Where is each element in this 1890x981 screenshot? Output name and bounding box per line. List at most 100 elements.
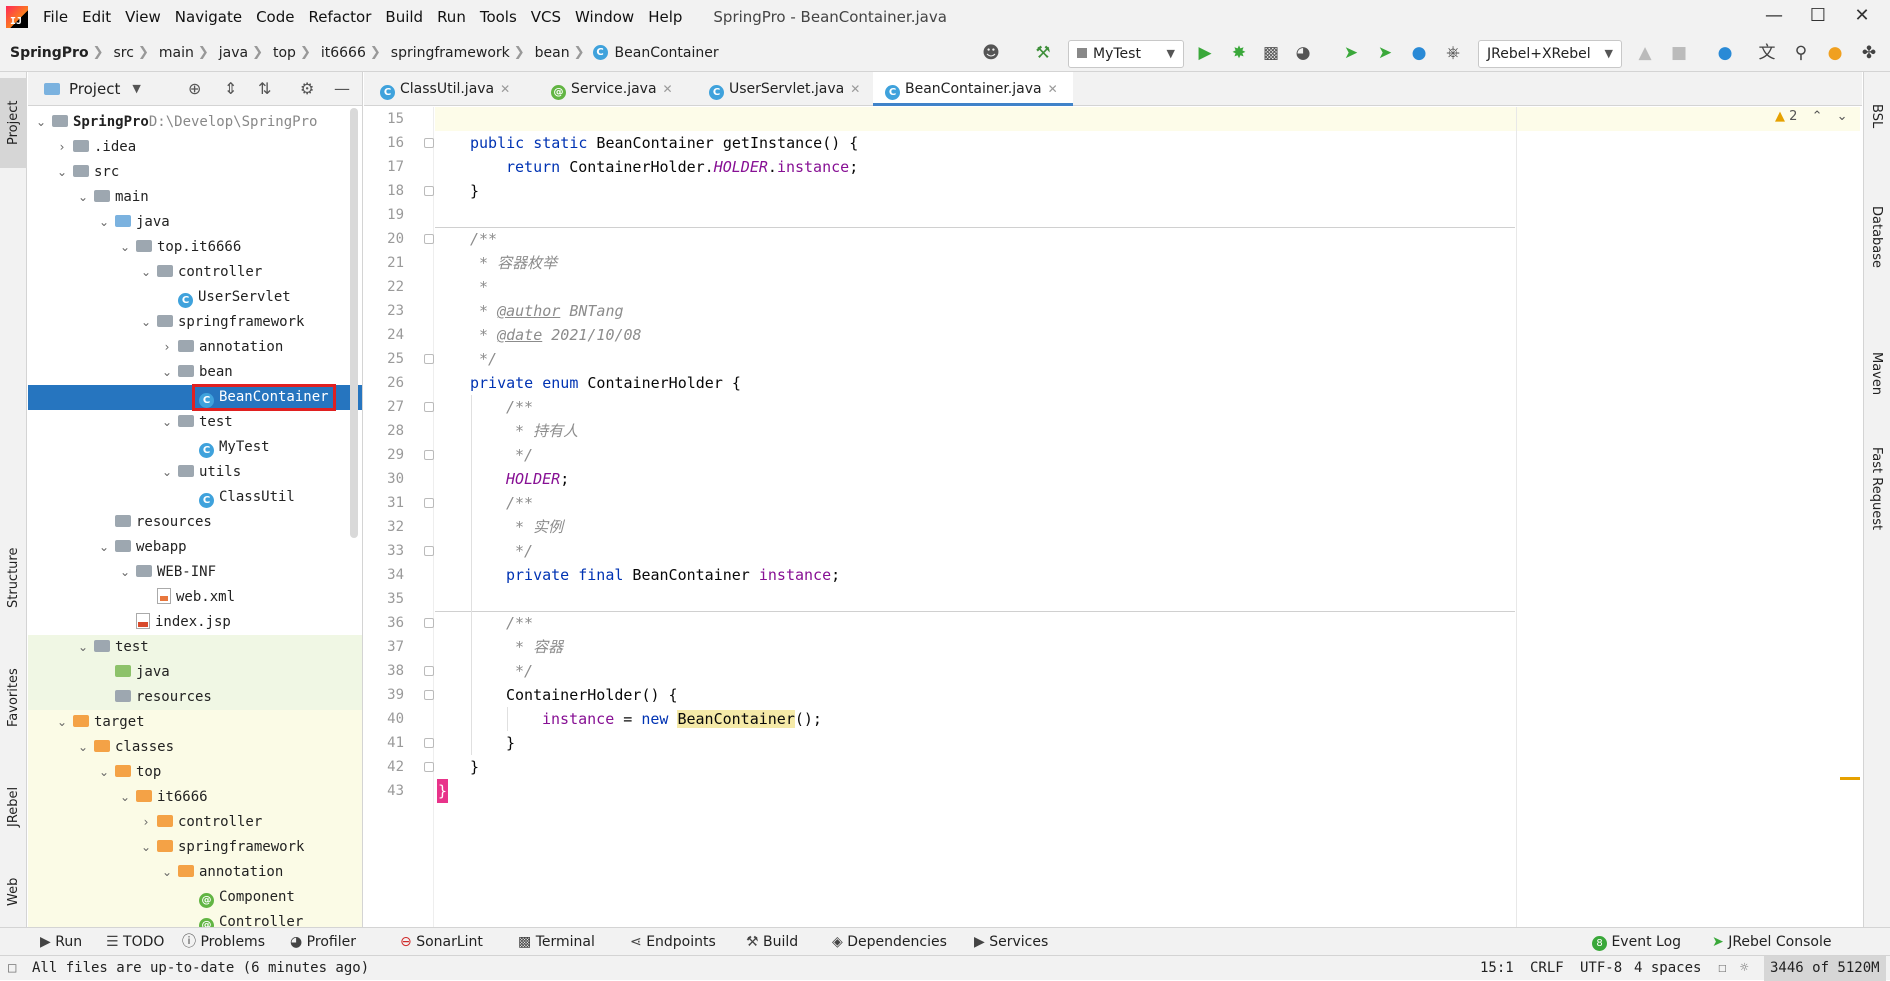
chevron-down-icon[interactable]: ⌄ xyxy=(97,760,111,785)
chevron-down-icon[interactable]: ⌄ xyxy=(55,710,69,735)
tree-item[interactable]: ⌄ top xyxy=(28,760,362,785)
tree-item[interactable]: index.jsp xyxy=(28,610,362,635)
fold-marker-icon[interactable] xyxy=(424,354,434,364)
chevron-down-icon[interactable]: ⌄ xyxy=(76,735,90,760)
chevron-right-icon[interactable]: › xyxy=(55,135,69,160)
tree-item[interactable]: ⌄ java xyxy=(28,210,362,235)
tab-fast-request[interactable]: Fast Request xyxy=(1863,424,1890,554)
breadcrumb-src[interactable]: src xyxy=(104,45,138,61)
chevron-down-icon[interactable]: ⌄ xyxy=(160,360,174,385)
tree-item[interactable]: ⌄ it6666 xyxy=(28,785,362,810)
tool-terminal[interactable]: ▩ Terminal xyxy=(518,928,595,956)
tree-item[interactable]: ⌄ top.it6666 xyxy=(28,235,362,260)
updates-icon[interactable]: ● xyxy=(1822,40,1848,66)
status-toggle-icon[interactable]: □ xyxy=(8,956,16,981)
chevron-right-icon[interactable]: › xyxy=(139,810,153,835)
tool-profiler[interactable]: ◕ Profiler xyxy=(290,928,356,956)
help-icon[interactable]: ● xyxy=(1712,40,1738,66)
fold-marker-icon[interactable] xyxy=(424,186,434,196)
run-config-combo[interactable]: MyTest ▼ xyxy=(1068,40,1184,68)
line-separator[interactable]: CRLF xyxy=(1530,956,1564,981)
close-icon[interactable]: ✕ xyxy=(663,82,673,96)
code-editor[interactable]: ▲ 2 ⌃ ⌄ public static BeanContainer getI… xyxy=(435,107,1860,927)
tree-item[interactable]: ⌄ main xyxy=(28,185,362,210)
tab-bsl[interactable]: BSL xyxy=(1863,86,1890,146)
breadcrumb-main[interactable]: main xyxy=(149,45,198,61)
menu-window[interactable]: Window xyxy=(568,0,641,34)
profile-icon[interactable]: ◕ xyxy=(1290,40,1316,66)
tree-item[interactable]: ⌄ SpringProD:\Develop\SpringPro xyxy=(28,110,362,135)
breadcrumb-project[interactable]: SpringPro xyxy=(0,45,93,61)
tool-services[interactable]: ▶ Services xyxy=(974,928,1048,956)
tool-problems[interactable]: ⓘ Problems xyxy=(182,928,265,956)
fold-marker-icon[interactable] xyxy=(424,546,434,556)
fold-marker-icon[interactable] xyxy=(424,138,434,148)
tool-sonarlint[interactable]: ⊖ SonarLint xyxy=(400,928,483,956)
tree-item[interactable]: ⌄ test xyxy=(28,635,362,660)
chevron-down-icon[interactable]: ⌄ xyxy=(139,260,153,285)
debug-icon[interactable]: ✸ xyxy=(1226,40,1252,66)
tree-item[interactable]: resources xyxy=(28,685,362,710)
expand-all-icon[interactable]: ⇕ xyxy=(224,79,237,98)
tab-classutil[interactable]: C ClassUtil.java ✕ xyxy=(368,72,533,106)
fold-marker-icon[interactable] xyxy=(424,690,434,700)
tab-structure[interactable]: Structure xyxy=(0,532,27,624)
tree-item[interactable]: java xyxy=(28,660,362,685)
collapse-all-icon[interactable]: ⇅ xyxy=(258,79,271,98)
menu-run[interactable]: Run xyxy=(430,0,473,34)
search-icon[interactable]: ⚲ xyxy=(1788,40,1814,66)
tree-item[interactable]: ⌄ webapp xyxy=(28,535,362,560)
tree-item[interactable]: › .idea xyxy=(28,135,362,160)
tab-service[interactable]: @ Service.java ✕ xyxy=(539,72,691,106)
hide-panel-icon[interactable]: — xyxy=(334,79,350,98)
tab-userservlet[interactable]: C UserServlet.java ✕ xyxy=(697,72,867,106)
hammer-build-icon[interactable]: ⚒ xyxy=(1030,40,1056,66)
update-app-icon[interactable]: ● xyxy=(1406,40,1432,66)
fold-marker-icon[interactable] xyxy=(424,450,434,460)
coverage-icon[interactable]: ▩ xyxy=(1258,40,1284,66)
lock-icon[interactable]: ☐ xyxy=(1718,956,1726,981)
status-message[interactable]: All files are up-to-date (6 minutes ago) xyxy=(32,956,369,981)
menu-refactor[interactable]: Refactor xyxy=(301,0,378,34)
tab-jrebel[interactable]: JRebel xyxy=(0,772,27,842)
tree-item[interactable]: resources xyxy=(28,510,362,535)
warning-stripe-marker[interactable] xyxy=(1840,777,1860,780)
jrebel-run-icon[interactable]: ➤ xyxy=(1338,40,1364,66)
caret-position[interactable]: 15:1 xyxy=(1480,956,1514,981)
menu-build[interactable]: Build xyxy=(378,0,430,34)
tool-dependencies[interactable]: ◈ Dependencies xyxy=(832,928,947,956)
close-icon[interactable]: ✕ xyxy=(500,82,510,96)
tree-item[interactable]: ⌄ target xyxy=(28,710,362,735)
menu-view[interactable]: View xyxy=(118,0,168,34)
tree-item[interactable]: ⌄ bean xyxy=(28,360,362,385)
tree-item[interactable]: C UserServlet xyxy=(28,285,362,310)
tab-project[interactable]: Project xyxy=(0,78,27,168)
tool-build[interactable]: ⚒ Build xyxy=(746,928,798,956)
tree-item-selected[interactable]: C BeanContainer xyxy=(28,384,362,411)
chevron-down-icon[interactable]: ⌄ xyxy=(160,860,174,885)
fold-marker-icon[interactable] xyxy=(424,234,434,244)
breadcrumb-bean[interactable]: bean xyxy=(525,45,574,61)
jrebel-xrebel-combo[interactable]: JRebel+XRebel ▼ xyxy=(1478,40,1622,68)
inspection-widget[interactable]: ▲ 2 ⌃ ⌄ xyxy=(1775,109,1848,124)
tree-item[interactable]: ⌄ utils xyxy=(28,460,362,485)
chevron-right-icon[interactable]: › xyxy=(160,335,174,360)
menu-file[interactable]: File xyxy=(36,0,75,34)
tree-item[interactable]: C ClassUtil xyxy=(28,485,362,510)
chevron-down-icon[interactable]: ⌄ xyxy=(55,160,69,185)
close-icon[interactable]: ✕ xyxy=(1048,82,1058,96)
plugin-icon[interactable]: ✤ xyxy=(1856,40,1882,66)
tree-item[interactable]: ⌄ test xyxy=(28,410,362,435)
chevron-down-icon[interactable]: ⌄ xyxy=(34,110,48,135)
breadcrumb-beancontainer[interactable]: BeanContainer xyxy=(613,45,723,61)
chevron-down-icon[interactable]: ⌄ xyxy=(97,210,111,235)
run-icon[interactable]: ▶ xyxy=(1192,40,1218,66)
locate-icon[interactable]: ⊕ xyxy=(188,79,201,98)
tree-item[interactable]: › annotation xyxy=(28,335,362,360)
menu-code[interactable]: Code xyxy=(249,0,301,34)
tab-beancontainer[interactable]: C BeanContainer.java ✕ xyxy=(873,72,1073,106)
chevron-down-icon[interactable]: ⌄ xyxy=(139,310,153,335)
tree-item[interactable]: ⌄ src xyxy=(28,160,362,185)
tree-scrollbar[interactable] xyxy=(350,108,358,538)
tree-item[interactable]: ⌄ WEB-INF xyxy=(28,560,362,585)
